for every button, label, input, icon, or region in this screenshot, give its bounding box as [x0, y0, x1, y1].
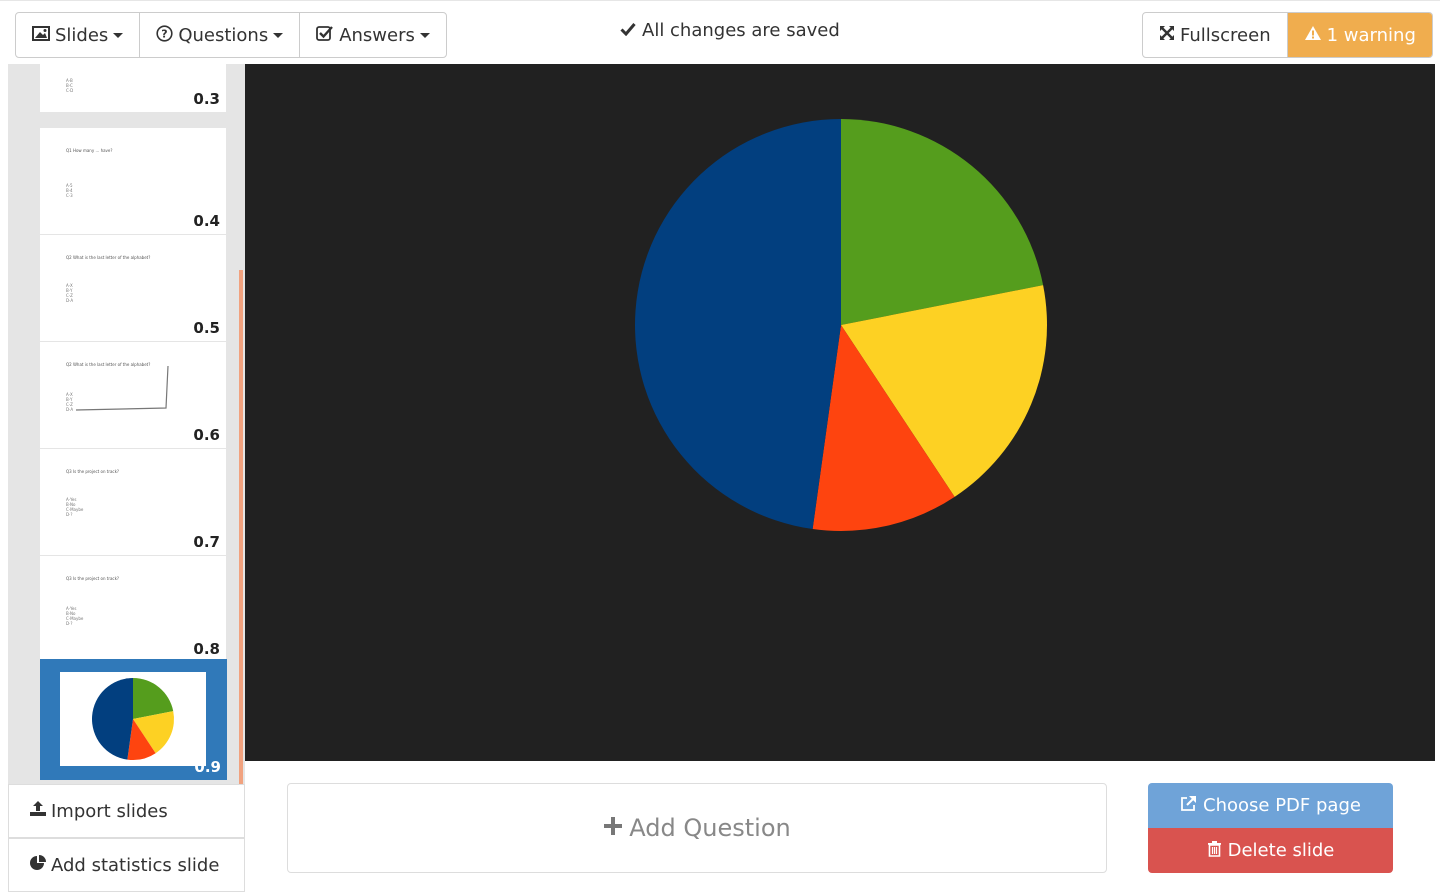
sidebar-scrollbar[interactable]	[239, 270, 243, 784]
add-statistics-slide-label: Add statistics slide	[51, 854, 220, 876]
slide-thumbnail[interactable]: Q2 What is the last letter of the alphab…	[40, 342, 226, 448]
save-status: All changes are saved	[620, 20, 840, 41]
expand-icon	[1159, 25, 1175, 45]
choose-pdf-page-button[interactable]: Choose PDF page	[1148, 783, 1393, 828]
slide-number: 0.3	[193, 90, 220, 108]
question-text: Q2 What is the last letter of the alphab…	[66, 255, 151, 260]
upload-icon	[29, 800, 47, 822]
plus-icon	[603, 814, 623, 842]
trash-icon	[1207, 840, 1222, 862]
import-slides-label: Import slides	[51, 800, 168, 822]
delete-slide-button[interactable]: Delete slide	[1148, 828, 1393, 873]
chevron-down-icon	[113, 32, 124, 38]
picture-icon	[32, 25, 50, 45]
check-square-icon	[316, 25, 334, 45]
slide-number: 0.7	[193, 533, 220, 551]
add-question-button[interactable]: Add Question	[287, 783, 1107, 873]
question-text: Q3 Is the project on track?	[66, 469, 120, 474]
slide-thumbnail-selected[interactable]: 0.9	[40, 659, 227, 780]
external-link-icon	[1180, 795, 1197, 817]
answer-lines: A·B B·C C·D	[66, 78, 74, 93]
toolbar-menu-group: Slides ? Questions Answers	[15, 12, 447, 58]
slide-thumbnail[interactable]: Q3 Is the project on track? A·Yes B·No C·M…	[40, 449, 226, 555]
slide-number: 0.8	[193, 640, 220, 658]
pie-chart	[634, 119, 1047, 531]
import-slides-button[interactable]: Import slides	[8, 784, 245, 838]
choose-pdf-page-label: Choose PDF page	[1203, 795, 1361, 816]
answer-lines: A·Yes B·No C·Maybe D·?	[66, 497, 84, 517]
questions-menu-label: Questions	[178, 24, 269, 46]
question-circle-icon: ?	[156, 24, 173, 46]
slides-menu-button[interactable]: Slides	[16, 13, 139, 57]
pie-slice-blue	[92, 678, 133, 760]
answers-menu-button[interactable]: Answers	[299, 13, 446, 57]
slide-preview	[60, 672, 206, 766]
delete-slide-label: Delete slide	[1227, 840, 1335, 861]
mini-pie-chart	[92, 678, 174, 760]
questions-menu-button[interactable]: ? Questions	[139, 13, 299, 57]
pie-slice-blue	[634, 119, 841, 530]
slides-menu-label: Slides	[55, 24, 109, 46]
slide-thumbnail[interactable]: Q3 Is the project on track? A·Yes B·No C·M…	[40, 556, 226, 662]
check-icon	[620, 20, 636, 41]
save-status-text: All changes are saved	[642, 20, 840, 41]
chevron-down-icon	[419, 32, 430, 38]
question-text: Q3 Is the project on track?	[66, 576, 120, 581]
slide-list[interactable]: A·B B·C C·D 0.3 Q1 How many ... have? A·5 B…	[8, 64, 245, 784]
fullscreen-button[interactable]: Fullscreen	[1143, 13, 1287, 57]
slide-thumbnail[interactable]: Q2 What is the last letter of the alphab…	[40, 235, 226, 341]
svg-text:?: ?	[162, 27, 168, 40]
add-statistics-slide-button[interactable]: Add statistics slide	[8, 838, 245, 892]
warnings-label: 1 warning	[1326, 24, 1416, 46]
add-question-label: Add Question	[629, 814, 791, 842]
slide-thumbnail[interactable]: Q1 How many ... have? A·5 B·4 C·3 0.4	[40, 128, 226, 234]
view-button-group: Fullscreen 1 warning	[1142, 12, 1433, 58]
question-text: Q1 How many ... have?	[66, 148, 113, 153]
annotation-line	[75, 365, 169, 411]
fullscreen-label: Fullscreen	[1180, 24, 1271, 46]
slide-number: 0.6	[193, 426, 220, 444]
warnings-button[interactable]: 1 warning	[1286, 13, 1432, 57]
answer-lines: A·Yes B·No C·Maybe D·?	[66, 606, 84, 626]
warning-triangle-icon	[1304, 25, 1322, 45]
slide-number: 0.9	[194, 758, 221, 776]
slide-number: 0.5	[193, 319, 220, 337]
answers-menu-label: Answers	[339, 24, 415, 46]
slide-number: 0.4	[193, 212, 220, 230]
slide-thumbnail[interactable]: A·B B·C C·D 0.3	[40, 64, 226, 112]
chevron-down-icon	[273, 32, 284, 38]
answer-lines: A·X B·Y C·Z D·A	[66, 283, 74, 303]
answer-lines: A·5 B·4 C·3	[66, 183, 73, 198]
pie-chart-icon	[29, 854, 47, 877]
